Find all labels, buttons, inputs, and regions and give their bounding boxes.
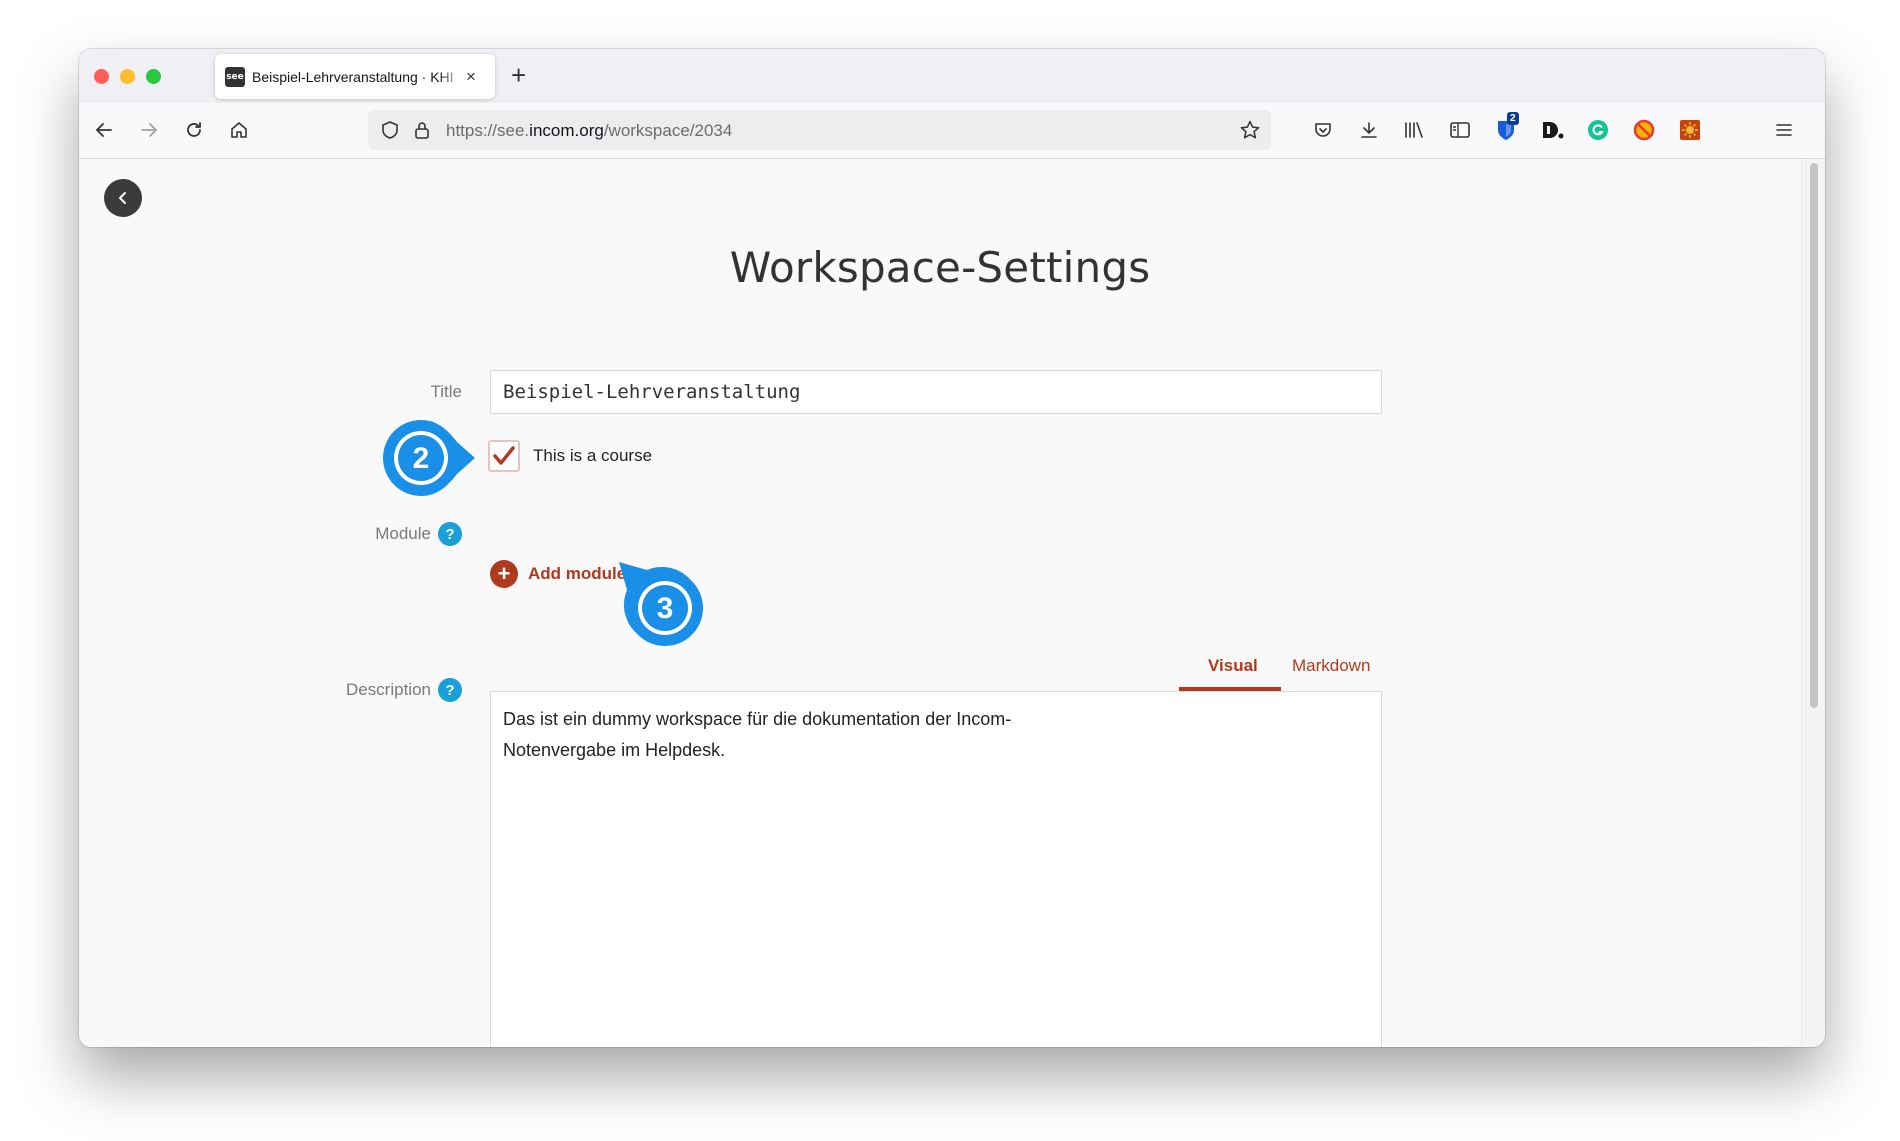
browser-window: see Beispiel-Lehrveranstaltung · KHI × +… (79, 49, 1825, 1047)
home-icon (231, 122, 247, 138)
chevron-left-icon (119, 192, 126, 204)
url-text[interactable]: https://see.incom.org/workspace/2034 (446, 121, 732, 141)
sidebar-icon (1450, 122, 1470, 138)
module-help-icon[interactable]: ? (438, 522, 462, 546)
extension-badge: 2 (1507, 112, 1519, 125)
title-input[interactable]: Beispiel-Lehrveranstaltung (490, 370, 1382, 414)
description-label: Description (345, 680, 431, 699)
callout-2-number: 2 (413, 442, 430, 475)
page-back-button[interactable] (104, 179, 142, 217)
add-module-button[interactable]: + Add module (490, 560, 626, 588)
reload-button[interactable] (179, 115, 209, 145)
color-extension-button[interactable] (1676, 116, 1704, 144)
pocket-button[interactable] (1309, 116, 1337, 144)
arrow-right-icon (141, 123, 157, 137)
checkmark-icon (493, 446, 515, 465)
arrow-left-icon (96, 123, 112, 137)
description-help-icon[interactable]: ? (438, 678, 462, 702)
site-favicon-icon: see (225, 66, 245, 87)
sun-box-icon (1680, 120, 1700, 140)
bitwarden-extension-button[interactable]: 2 (1492, 112, 1520, 144)
page-scrollbar[interactable] (1801, 159, 1825, 1047)
url-domain: incom.org (529, 121, 604, 140)
navigation-toolbar: https://see.incom.org/workspace/2034 2 (79, 103, 1825, 159)
url-path: /workspace/2034 (603, 121, 733, 140)
scrollbar-thumb[interactable] (1810, 163, 1818, 708)
page-title: Workspace-Settings (729, 243, 1151, 292)
description-text: Das ist ein dummy workspace für die doku… (503, 709, 1012, 760)
url-prefix: https://see. (446, 121, 530, 140)
hamburger-menu-icon (1776, 124, 1792, 136)
course-checkbox-label[interactable]: This is a course (533, 446, 652, 466)
library-icon (1405, 122, 1423, 138)
download-icon (1361, 122, 1377, 138)
back-button[interactable] (89, 115, 119, 145)
callout-3-number: 3 (657, 592, 674, 625)
d-logo-icon (1543, 122, 1564, 139)
plus-icon: + (490, 560, 518, 588)
tracking-shield-icon[interactable] (380, 120, 400, 140)
blocker-extension-button[interactable] (1630, 116, 1658, 144)
add-module-label: Add module (528, 564, 627, 583)
annotation-callout-2: 2 (383, 420, 475, 496)
address-bar[interactable]: https://see.incom.org/workspace/2034 (368, 110, 1271, 150)
grammarly-extension-button[interactable] (1584, 116, 1612, 144)
tab-title: Beispiel-Lehrveranstaltung · KHI (252, 68, 454, 85)
app-menu-button[interactable] (1770, 116, 1798, 144)
pocket-icon (1315, 123, 1331, 137)
home-button[interactable] (224, 115, 254, 145)
lock-icon[interactable] (413, 120, 431, 140)
reader-view-button[interactable] (1446, 116, 1474, 144)
forward-button[interactable] (134, 115, 164, 145)
tab-visual[interactable]: Visual (1208, 656, 1258, 676)
browser-tab[interactable]: see Beispiel-Lehrveranstaltung · KHI × (215, 54, 495, 99)
annotation-callout-3: 3 (619, 562, 703, 646)
new-tab-button[interactable]: + (511, 60, 526, 90)
tab-close-icon[interactable]: × (466, 67, 476, 87)
module-label: Module (375, 524, 431, 543)
course-checkbox[interactable] (488, 440, 520, 472)
zoom-window-button[interactable] (146, 69, 161, 84)
reload-icon (187, 122, 201, 137)
tab-markdown[interactable]: Markdown (1292, 656, 1370, 676)
minimize-window-button[interactable] (120, 69, 135, 84)
description-editor[interactable]: Das ist ein dummy workspace für die doku… (490, 691, 1382, 1047)
bookmark-star-icon[interactable] (1239, 119, 1261, 141)
library-button[interactable] (1400, 116, 1428, 144)
page-content: Workspace-Settings Title Beispiel-Lehrve… (79, 159, 1801, 1047)
title-label: Title (430, 382, 463, 401)
grammarly-icon (1588, 120, 1608, 140)
downloads-button[interactable] (1355, 116, 1383, 144)
tab-strip: see Beispiel-Lehrveranstaltung · KHI × + (79, 49, 1825, 103)
block-icon (1633, 119, 1655, 141)
dashlane-extension-button[interactable] (1538, 116, 1566, 144)
close-window-button[interactable] (94, 69, 109, 84)
